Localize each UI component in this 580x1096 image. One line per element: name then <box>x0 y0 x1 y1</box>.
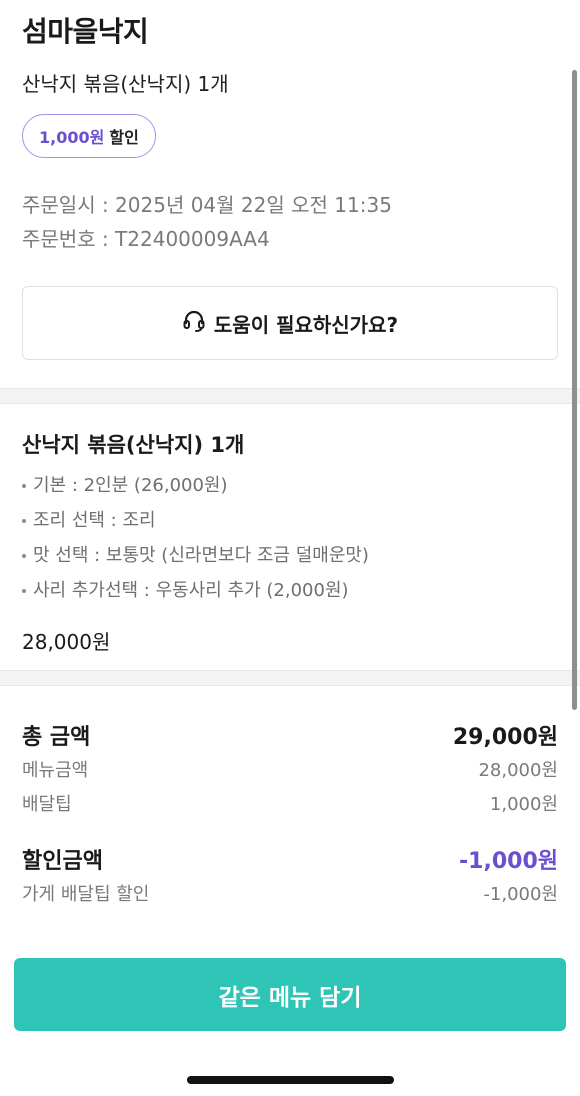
help-button-label: 도움이 필요하신가요? <box>213 312 399 337</box>
order-detail-page: 섬마을낙지 산낙지 볶음(산낙지) 1개 1,000원 할인 주문일시 : 20… <box>0 0 580 1096</box>
delivery-tip-row: 배달팁 1,000원 <box>22 786 558 820</box>
bullet-icon <box>22 483 26 488</box>
store-delivery-discount-row: 가게 배달팁 할인 -1,000원 <box>22 876 558 910</box>
menu-options-list: 기본 : 2인분 (26,000원) 조리 선택 : 조리 맛 선택 : 보통맛… <box>22 468 558 608</box>
menu-option: 맛 선택 : 보통맛 (신라면보다 조금 덜매운맛) <box>22 538 558 573</box>
section-divider <box>0 670 580 686</box>
menu-item-title: 산낙지 볶음(산낙지) 1개 <box>22 433 245 457</box>
menu-item-section: 산낙지 볶음(산낙지) 1개 기본 : 2인분 (26,000원) 조리 선택 … <box>0 404 580 670</box>
delivery-tip-label: 배달팁 <box>22 794 72 815</box>
menu-option: 사리 추가선택 : 우동사리 추가 (2,000원) <box>22 573 558 608</box>
store-name[interactable]: 섬마을낙지 <box>22 14 558 50</box>
store-delivery-discount-value: -1,000원 <box>483 884 558 905</box>
menu-option-text: 사리 추가선택 : 우동사리 추가 (2,000원) <box>33 580 349 601</box>
store-delivery-discount-label: 가게 배달팁 할인 <box>22 884 150 905</box>
delivery-tip-value: 1,000원 <box>489 794 558 815</box>
home-indicator[interactable] <box>187 1076 394 1084</box>
discount-badge-label: 할인 <box>109 128 139 147</box>
bullet-icon <box>22 588 26 593</box>
order-number: 주문번호 : T22400009AA4 <box>22 227 270 251</box>
bullet-icon <box>22 553 26 558</box>
menu-amount-value: 28,000원 <box>478 760 558 781</box>
menu-item-price: 28,000원 <box>22 630 111 654</box>
section-divider <box>0 388 580 404</box>
order-date: 주문일시 : 2025년 04월 22일 오전 11:35 <box>22 193 392 217</box>
menu-amount-label: 메뉴금액 <box>22 760 89 781</box>
total-label: 총 금액 <box>22 725 91 750</box>
order-meta: 주문일시 : 2025년 04월 22일 오전 11:35 주문번호 : T22… <box>22 188 558 256</box>
menu-option-text: 기본 : 2인분 (26,000원) <box>33 475 228 496</box>
help-button[interactable]: 도움이 필요하신가요? <box>22 286 558 360</box>
discount-row: 할인금액 -1,000원 <box>22 842 558 876</box>
discount-badge: 1,000원 할인 <box>22 114 156 158</box>
menu-option: 조리 선택 : 조리 <box>22 503 558 538</box>
discount-label: 할인금액 <box>22 849 103 874</box>
discount-value: -1,000원 <box>459 849 558 874</box>
discount-badge-amount: 1,000원 <box>39 128 105 147</box>
menu-option: 기본 : 2인분 (26,000원) <box>22 468 558 503</box>
total-row: 총 금액 29,000원 <box>22 718 558 752</box>
menu-option-text: 조리 선택 : 조리 <box>33 510 156 531</box>
bullet-icon <box>22 518 26 523</box>
payment-summary-section: 총 금액 29,000원 메뉴금액 28,000원 배달팁 1,000원 할인금… <box>0 686 580 910</box>
scrollbar[interactable] <box>572 70 577 710</box>
order-summary: 산낙지 볶음(산낙지) 1개 <box>22 72 229 96</box>
menu-option-text: 맛 선택 : 보통맛 (신라면보다 조금 덜매운맛) <box>33 545 369 566</box>
add-same-menu-button[interactable]: 같은 메뉴 담기 <box>14 958 566 1031</box>
headset-icon <box>182 310 214 337</box>
order-header-section: 섬마을낙지 산낙지 볶음(산낙지) 1개 1,000원 할인 주문일시 : 20… <box>0 0 580 388</box>
total-value: 29,000원 <box>452 725 558 750</box>
menu-amount-row: 메뉴금액 28,000원 <box>22 752 558 786</box>
